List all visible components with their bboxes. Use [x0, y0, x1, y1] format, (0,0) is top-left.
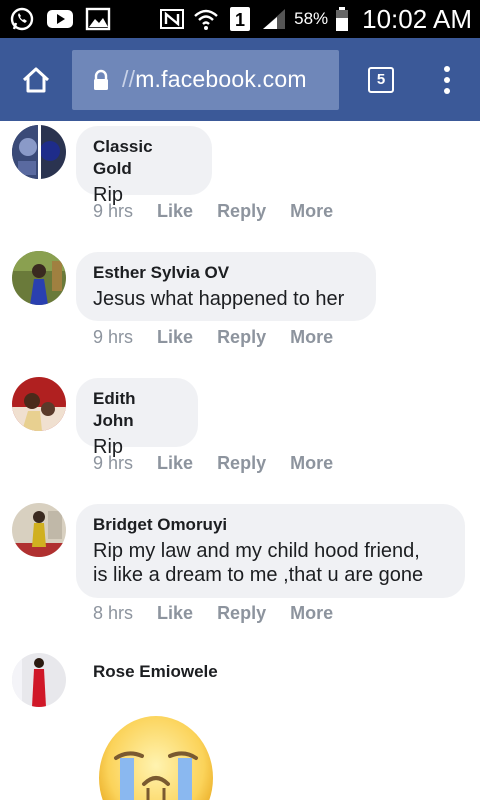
comment-actions: 9 hrs Like Reply More	[93, 327, 333, 348]
comment-actions: 9 hrs Like Reply More	[93, 453, 333, 474]
sim-slot-icon: 1	[226, 6, 254, 32]
url-domain: m.facebook.com	[135, 66, 307, 92]
signal-icon	[260, 6, 288, 32]
avatar[interactable]	[12, 125, 66, 179]
reply-button[interactable]: Reply	[217, 453, 266, 474]
nfc-icon	[158, 6, 186, 32]
comment-author[interactable]: Rose Emiowele	[93, 661, 218, 683]
avatar[interactable]	[12, 653, 66, 707]
comment-time[interactable]: 9 hrs	[93, 201, 133, 222]
overflow-menu-icon	[444, 65, 450, 72]
reply-button[interactable]: Reply	[217, 603, 266, 624]
whatsapp-icon	[8, 6, 36, 32]
comment-author[interactable]: Esther Sylvia OV	[93, 262, 358, 284]
url-bar[interactable]: //m.facebook.com	[72, 49, 339, 110]
overflow-menu-dot	[444, 87, 450, 94]
url-prefix: //	[122, 66, 136, 92]
comment-actions: 9 hrs Like Reply More	[93, 201, 333, 222]
youtube-icon	[46, 6, 74, 32]
comment-bubble: Bridget Omoruyi Rip my law and my child …	[76, 504, 465, 598]
more-button[interactable]: More	[290, 327, 333, 348]
overflow-menu-button[interactable]	[423, 38, 471, 121]
gallery-icon	[84, 6, 112, 32]
avatar[interactable]	[12, 251, 66, 305]
comment-bubble: Edith John Rip	[76, 378, 198, 458]
comment-bubble: Esther Sylvia OV Jesus what happened to …	[76, 252, 376, 321]
battery-icon	[334, 6, 350, 32]
sim-slot-number: 1	[235, 10, 245, 30]
wifi-icon	[192, 6, 220, 32]
like-button[interactable]: Like	[157, 603, 193, 624]
avatar[interactable]	[12, 377, 66, 431]
comment-text: Rip my law and my child hood friend, is …	[93, 539, 447, 587]
lock-icon	[94, 69, 108, 90]
status-bar: 1 58% 10:02 AM	[0, 0, 480, 38]
more-button[interactable]: More	[290, 201, 333, 222]
reply-button[interactable]: Reply	[217, 327, 266, 348]
comment-time[interactable]: 9 hrs	[93, 327, 133, 348]
battery-percent: 58%	[294, 9, 329, 28]
comment-author[interactable]: Edith John	[93, 388, 180, 432]
comment-bubble: Classic Gold Rip	[76, 126, 212, 206]
avatar[interactable]	[12, 503, 66, 557]
comment-time[interactable]: 8 hrs	[93, 603, 133, 624]
comment-author[interactable]: Classic Gold	[93, 136, 194, 180]
comments-list: Classic Gold Rip 9 hrs Like Reply More E…	[0, 121, 480, 800]
more-button[interactable]: More	[290, 603, 333, 624]
comment-text-line: is like a dream to me ,that u are gone	[93, 564, 424, 586]
comment-text-line: Rip my law and my child hood friend,	[93, 540, 420, 562]
clock: 10:02 AM	[362, 3, 472, 34]
home-icon	[22, 67, 50, 92]
comment-time[interactable]: 9 hrs	[93, 453, 133, 474]
like-button[interactable]: Like	[157, 201, 193, 222]
browser-toolbar: //m.facebook.com 5	[0, 38, 480, 121]
like-button[interactable]: Like	[157, 453, 193, 474]
home-button[interactable]	[0, 38, 72, 121]
comment-text: Jesus what happened to her	[93, 288, 345, 310]
overflow-menu-dot	[444, 76, 450, 83]
tabs-icon: 5	[368, 66, 394, 93]
tabs-button[interactable]: 5	[339, 38, 423, 121]
like-button[interactable]: Like	[157, 327, 193, 348]
comment-actions: 8 hrs Like Reply More	[93, 603, 333, 624]
crying-emoji	[99, 716, 213, 800]
reply-button[interactable]: Reply	[217, 201, 266, 222]
comment-author[interactable]: Bridget Omoruyi	[93, 514, 447, 536]
more-button[interactable]: More	[290, 453, 333, 474]
comment-author-name: Rose Emiowele	[93, 662, 218, 681]
url-text: //m.facebook.com	[122, 66, 307, 93]
